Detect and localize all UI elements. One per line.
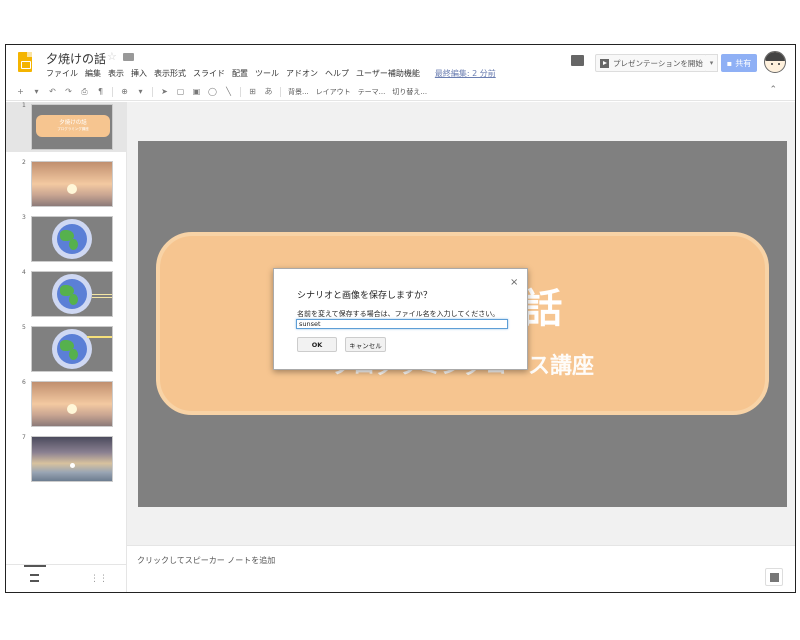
slide-number: 4 xyxy=(22,269,26,276)
star-icon[interactable]: ☆ xyxy=(107,50,117,63)
present-label: プレゼンテーションを開始 xyxy=(613,58,703,68)
slide-number: 5 xyxy=(22,324,26,331)
earth-icon xyxy=(52,219,92,259)
slide-filmstrip: 1 夕焼けの話 プログラミング講座 2 3 4 5 6 7 ⋮⋮ xyxy=(6,102,127,592)
collapse-toolbar-icon[interactable]: ⌃ xyxy=(769,85,777,95)
sun-icon xyxy=(67,404,77,414)
menu-help[interactable]: ヘルプ xyxy=(325,68,349,79)
paint-format-icon[interactable]: ¶ xyxy=(96,87,105,96)
menu-tools[interactable]: ツール xyxy=(255,68,279,79)
present-button[interactable]: プレゼンテーションを開始 xyxy=(595,54,707,72)
slide-number: 2 xyxy=(22,159,26,166)
lock-icon: ▪ xyxy=(726,58,733,68)
slide-thumbnail[interactable]: 2 xyxy=(6,159,126,209)
filename-input[interactable]: sunset xyxy=(296,319,508,329)
menu-addons[interactable]: アドオン xyxy=(286,68,318,79)
play-icon xyxy=(600,58,609,68)
toolbar-divider xyxy=(240,86,241,97)
slide-thumbnail[interactable]: 5 xyxy=(6,324,126,374)
slide-thumbnail[interactable]: 6 xyxy=(6,379,126,429)
menu-insert[interactable]: 挿入 xyxy=(131,68,147,79)
redo-icon[interactable]: ↷ xyxy=(64,87,73,96)
document-title[interactable]: 夕焼けの話 xyxy=(46,50,106,67)
ok-button[interactable]: OK xyxy=(297,337,337,352)
layout-button[interactable]: レイアウト xyxy=(316,87,351,97)
print-icon[interactable]: ⎙ xyxy=(80,87,89,96)
transition-button[interactable]: 切り替え... xyxy=(392,87,427,97)
save-dialog: × シナリオと画像を保存しますか？ 名前を変えて保存する場合は、ファイル名を入力… xyxy=(273,268,528,370)
slide-thumbnail[interactable]: 3 xyxy=(6,214,126,264)
speaker-notes-placeholder[interactable]: クリックしてスピーカー ノートを追加 xyxy=(137,555,275,566)
explore-button[interactable] xyxy=(765,568,783,586)
app-header: 夕焼けの話 ☆ ファイル 編集 表示 挿入 表示形式 スライド 配置 ツール ア… xyxy=(6,45,795,83)
toolbar-divider xyxy=(280,86,281,97)
slide-number: 7 xyxy=(22,434,26,441)
sun-icon xyxy=(70,463,75,468)
undo-icon[interactable]: ↶ xyxy=(48,87,57,96)
toolbar-divider xyxy=(112,86,113,97)
dialog-message: 名前を変えて保存する場合は、ファイル名を入力してください。 xyxy=(297,310,500,318)
text-box-icon[interactable]: ▢ xyxy=(176,87,185,96)
slide-number: 3 xyxy=(22,214,26,221)
menu-bar: ファイル 編集 表示 挿入 表示形式 スライド 配置 ツール アドオン ヘルプ … xyxy=(46,68,496,79)
menu-format[interactable]: 表示形式 xyxy=(154,68,186,79)
menu-arrange[interactable]: 配置 xyxy=(232,68,248,79)
avatar[interactable] xyxy=(764,51,786,73)
menu-view[interactable]: 表示 xyxy=(108,68,124,79)
toolbar-divider xyxy=(152,86,153,97)
close-icon[interactable]: × xyxy=(510,277,518,288)
thumb-subtitle: プログラミング講座 xyxy=(57,127,89,131)
earth-icon xyxy=(52,329,92,369)
slide-thumbnail[interactable]: 1 夕焼けの話 プログラミング講座 xyxy=(6,102,126,152)
background-button[interactable]: 背景... xyxy=(288,87,309,97)
menu-accessibility[interactable]: ユーザー補助機能 xyxy=(356,68,420,79)
slide-thumbnail[interactable]: 4 xyxy=(6,269,126,319)
dialog-title: シナリオと画像を保存しますか？ xyxy=(297,291,433,301)
filmstrip-view-toggle: ⋮⋮ xyxy=(6,564,126,592)
input-tools-icon[interactable]: あ xyxy=(264,87,273,96)
sun-icon xyxy=(67,184,77,194)
earth-icon xyxy=(52,274,92,314)
folder-icon[interactable] xyxy=(123,53,134,61)
comment-add-icon[interactable]: ⊞ xyxy=(248,87,257,96)
zoom-icon[interactable]: ⊕ xyxy=(120,87,129,96)
slide-number: 6 xyxy=(22,379,26,386)
cancel-button[interactable]: キャンセル xyxy=(345,337,386,352)
select-cursor-icon[interactable]: ➤ xyxy=(160,87,169,96)
menu-file[interactable]: ファイル xyxy=(46,68,78,79)
line-icon[interactable]: ╲ xyxy=(224,87,233,96)
thumb-title: 夕焼けの話 xyxy=(59,120,87,126)
menu-slide[interactable]: スライド xyxy=(193,68,225,79)
share-button[interactable]: ▪ 共有 xyxy=(721,54,757,72)
last-edit-link[interactable]: 最終編集: 2 分前 xyxy=(435,68,496,79)
shape-icon[interactable]: ◯ xyxy=(208,87,217,96)
list-view-icon[interactable] xyxy=(30,574,39,582)
theme-button[interactable]: テーマ... xyxy=(358,87,386,97)
slide-thumbnail[interactable]: 7 xyxy=(6,434,126,484)
speaker-notes[interactable]: クリックしてスピーカー ノートを追加 xyxy=(127,545,795,592)
chevron-down-icon[interactable]: ▾ xyxy=(32,87,41,96)
grid-view-icon[interactable]: ⋮⋮ xyxy=(90,574,108,584)
new-slide-icon[interactable]: + xyxy=(16,87,25,96)
menu-edit[interactable]: 編集 xyxy=(85,68,101,79)
slides-logo-icon[interactable] xyxy=(18,52,32,72)
zoom-dropdown-icon[interactable]: ▾ xyxy=(136,87,145,96)
explore-icon xyxy=(769,572,779,582)
image-icon[interactable]: ▣ xyxy=(192,87,201,96)
share-label: 共有 xyxy=(735,58,752,68)
present-dropdown-button[interactable]: ▾ xyxy=(706,54,718,72)
toolbar: + ▾ ↶ ↷ ⎙ ¶ ⊕ ▾ ➤ ▢ ▣ ◯ ╲ ⊞ あ 背景... レイアウ… xyxy=(6,83,795,101)
comments-icon[interactable] xyxy=(571,55,584,66)
slide-number: 1 xyxy=(22,102,26,109)
